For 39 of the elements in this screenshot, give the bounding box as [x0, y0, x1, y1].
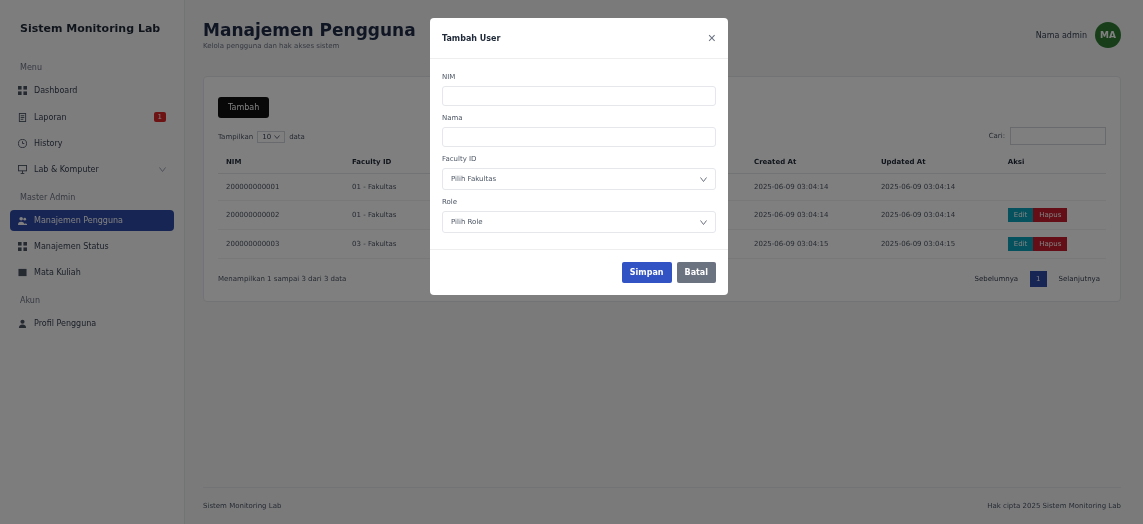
close-button[interactable]: ×: [707, 30, 716, 46]
dialog-title: Tambah User: [442, 33, 501, 43]
sidebar-item[interactable]: History: [10, 133, 174, 154]
grid-icon: [18, 86, 27, 95]
sidebar-item[interactable]: Mata Kuliah: [10, 262, 174, 283]
chevron-icon: [274, 135, 281, 140]
sidebar-label: Manajemen Pengguna: [34, 216, 124, 225]
add-button[interactable]: Tambah: [218, 97, 270, 118]
sidebar-item[interactable]: Profil Pengguna: [10, 313, 174, 334]
section-heading: Menu: [19, 62, 43, 74]
clock-icon: [18, 139, 27, 148]
cancel-button[interactable]: Batal: [676, 262, 716, 283]
monitor-icon: [18, 165, 27, 174]
avatar[interactable]: MA: [1095, 22, 1121, 48]
users-icon: [18, 216, 27, 225]
sidebar-item[interactable]: Manajemen Status: [10, 236, 174, 257]
sidebar-label: Mata Kuliah: [34, 268, 82, 277]
chevron-icon: [700, 176, 707, 182]
sidebar-label: Laporan: [34, 112, 68, 122]
sidebar-item[interactable]: Dashboard: [10, 80, 174, 101]
sidebar-label: Dashboard: [34, 86, 79, 95]
input-field[interactable]: [442, 86, 716, 106]
sidebar-item[interactable]: Lab & Komputer: [10, 159, 174, 180]
save-button[interactable]: Simpan: [621, 262, 672, 283]
user-name: Nama admin: [1035, 30, 1087, 40]
sidebar-label: Profil Pengguna: [34, 319, 98, 328]
sidebar-item[interactable]: Manajemen Pengguna: [10, 210, 174, 231]
section-heading: Akun: [19, 295, 41, 307]
document-icon: [18, 112, 27, 122]
input-field[interactable]: [442, 127, 716, 147]
page-title: Manajemen Pengguna: [203, 20, 416, 40]
app-title: Sistem Monitoring Lab: [19, 21, 162, 37]
sidebar-label: Lab & Komputer: [34, 165, 100, 174]
user-icon: [18, 319, 27, 328]
chevron-icon: [700, 219, 707, 225]
section-heading: Master Admin: [19, 192, 77, 204]
sidebar-label: History: [34, 139, 64, 148]
grid-icon: [18, 242, 27, 251]
sidebar-label: Manajemen Status: [34, 242, 110, 251]
